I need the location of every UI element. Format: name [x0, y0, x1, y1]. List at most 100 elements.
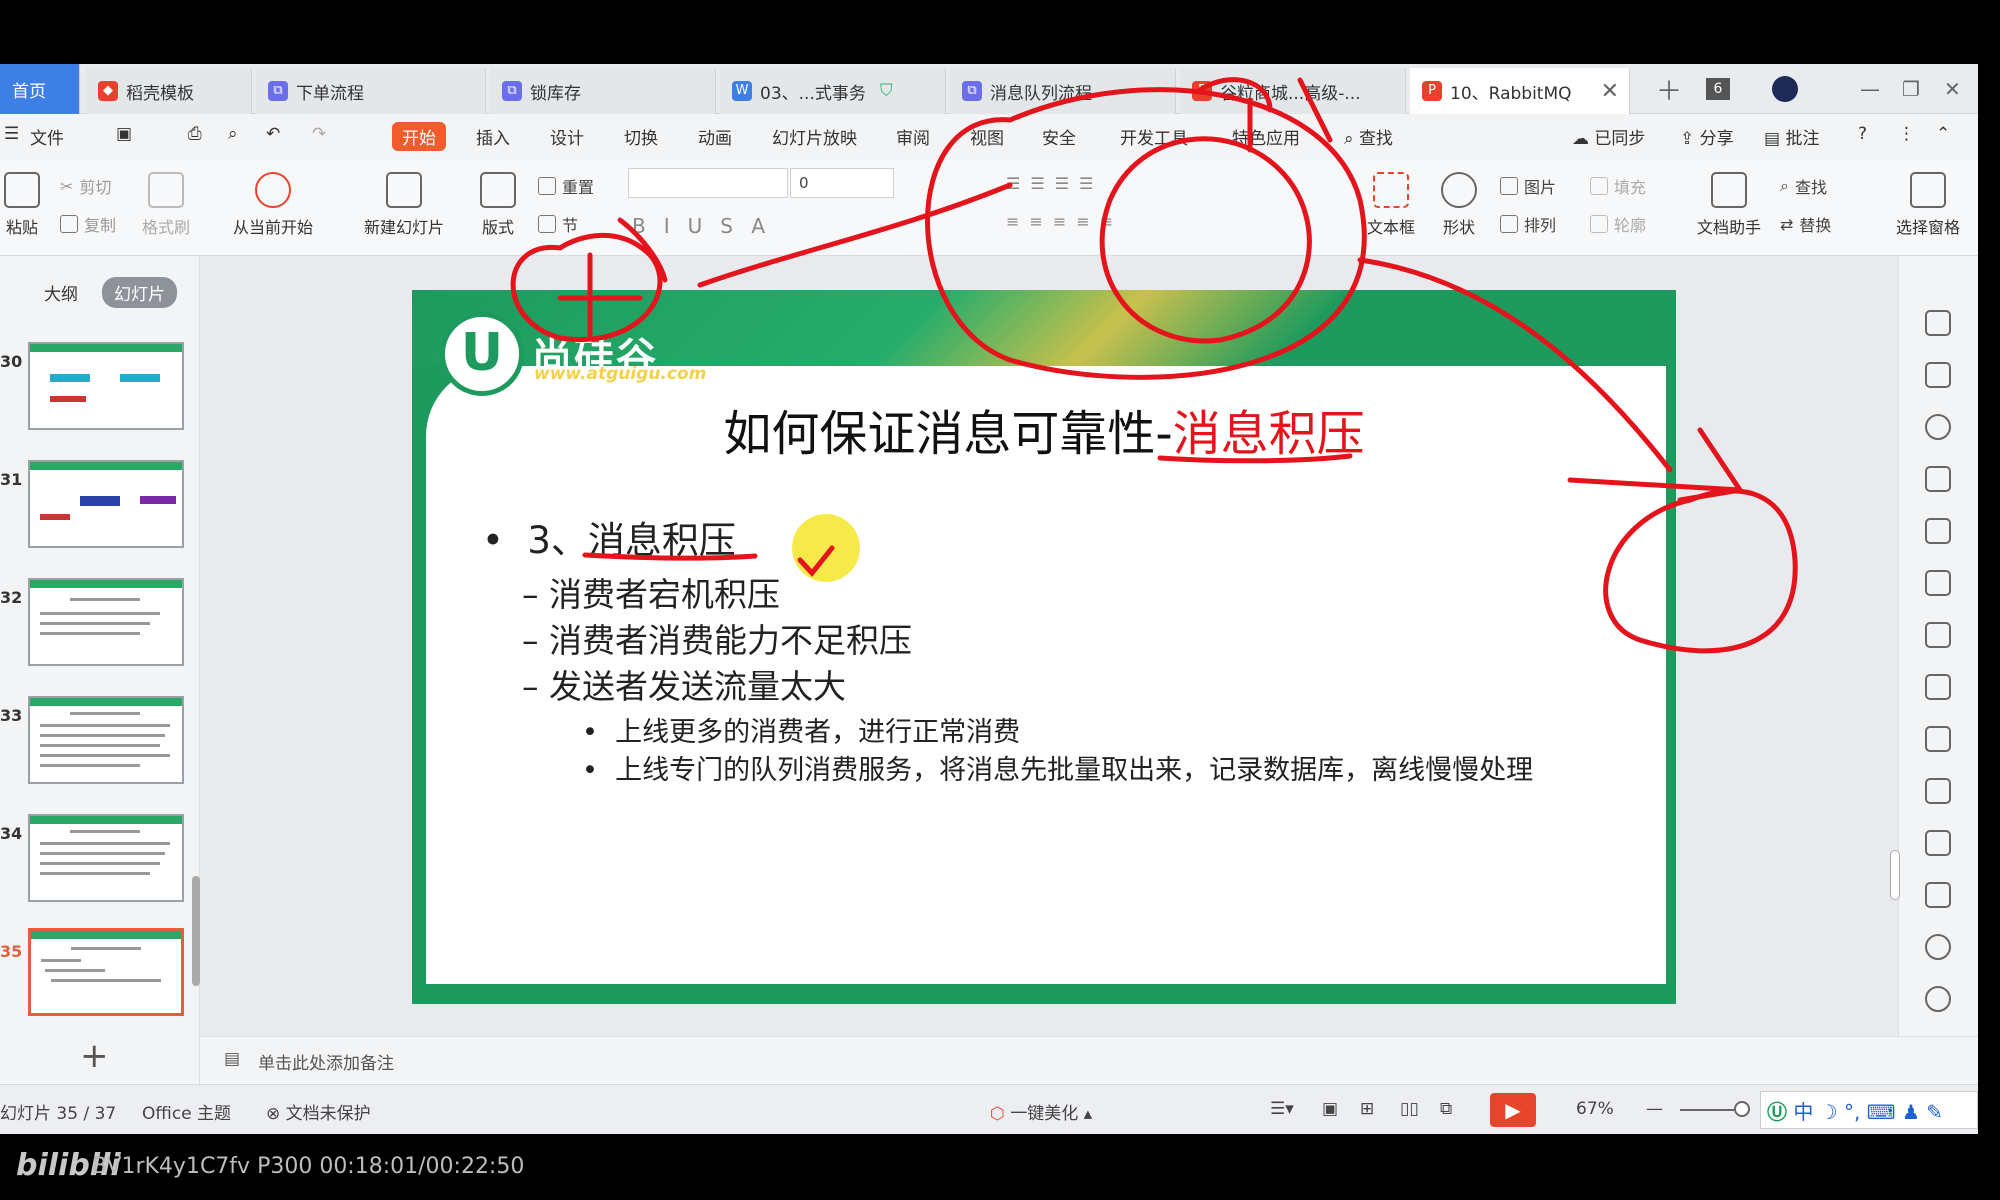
- text-box-button[interactable]: 文本框: [1362, 172, 1420, 238]
- close-icon[interactable]: ✕: [1601, 79, 1619, 104]
- outline-button[interactable]: 轮廓: [1590, 212, 1646, 236]
- slide-thumbnail[interactable]: [28, 460, 184, 548]
- close-window-icon[interactable]: ✕: [1944, 64, 1961, 114]
- tab-distributed-tx[interactable]: W 03、...式事务 ⛉: [720, 68, 946, 114]
- chart-icon[interactable]: [1925, 622, 1951, 648]
- canvas-scrollbar[interactable]: [1890, 850, 1900, 900]
- avatar[interactable]: [1772, 64, 1798, 114]
- play-slideshow-button[interactable]: ▶: [1490, 1093, 1536, 1127]
- star-icon[interactable]: [1925, 310, 1951, 336]
- tab-home[interactable]: 首页: [0, 64, 80, 114]
- archive-icon[interactable]: [1925, 830, 1951, 856]
- theme-name[interactable]: Office 主题: [142, 1099, 231, 1124]
- add-slide-icon[interactable]: +: [80, 1036, 109, 1076]
- print-icon[interactable]: ⎙: [188, 124, 202, 144]
- menu-dev-tools[interactable]: 开发工具: [1120, 124, 1188, 149]
- sync-button[interactable]: ☁ 已同步: [1572, 124, 1645, 149]
- help-icon[interactable]: ?: [1858, 124, 1867, 144]
- ime-toolbar[interactable]: Ⓤ 中 ☽ °, ⌨ ♟ ✎: [1760, 1091, 1978, 1129]
- presenter-view-icon[interactable]: ⧉: [1440, 1099, 1452, 1119]
- font-family-select[interactable]: [628, 168, 788, 198]
- collapse-ribbon-icon[interactable]: ⌃: [1936, 124, 1950, 144]
- menu-file[interactable]: 文件: [30, 124, 64, 149]
- layout-button[interactable]: 版式: [470, 172, 526, 238]
- sorter-view-icon[interactable]: ⊞: [1360, 1099, 1374, 1119]
- zoom-out-icon[interactable]: —: [1646, 1099, 1663, 1119]
- protect-status[interactable]: ⊗ 文档未保护: [266, 1099, 371, 1124]
- new-slide-button[interactable]: 新建幻灯片: [352, 172, 456, 238]
- slide-title[interactable]: 如何保证消息可靠性-消息积压: [412, 394, 1676, 464]
- bullet-level1[interactable]: • 3、消息积压: [482, 510, 736, 564]
- image-icon[interactable]: [1925, 882, 1951, 908]
- font-size-select[interactable]: 0: [790, 168, 894, 198]
- menu-review[interactable]: 审阅: [896, 124, 930, 149]
- share-button[interactable]: ⇪ 分享: [1680, 124, 1734, 149]
- menu-design[interactable]: 设计: [550, 124, 584, 149]
- picture-button[interactable]: 图片: [1500, 174, 1556, 198]
- arrange-button[interactable]: 排列: [1500, 212, 1556, 236]
- normal-view-icon[interactable]: ▣: [1322, 1099, 1338, 1119]
- tab-gulimall[interactable]: P 谷粒商城...高级-...: [1180, 68, 1406, 114]
- paste-button[interactable]: 粘贴: [0, 172, 44, 238]
- menu-security[interactable]: 安全: [1042, 124, 1076, 149]
- zoom-level[interactable]: 67%: [1576, 1099, 1614, 1119]
- speed-icon[interactable]: [1925, 986, 1951, 1012]
- new-tab-icon[interactable]: ＋: [1656, 64, 1682, 114]
- tab-order-flow[interactable]: ⧉ 下单流程: [256, 68, 486, 114]
- restore-icon[interactable]: ❐: [1902, 64, 1920, 114]
- copy-style-icon[interactable]: [1925, 362, 1951, 388]
- find-button[interactable]: ⌕ 查找: [1780, 174, 1827, 198]
- menu-features[interactable]: 特色应用: [1232, 124, 1300, 149]
- bullet-level2[interactable]: – 消费者宕机积压: [522, 568, 780, 616]
- reset-button[interactable]: 重置: [538, 174, 594, 198]
- align-buttons[interactable]: ≡≡≡≡≡: [1006, 212, 1123, 231]
- theme-icon[interactable]: [1925, 466, 1951, 492]
- bullet-level3[interactable]: • 上线更多的消费者，进行正常消费: [582, 710, 1020, 749]
- undo-icon[interactable]: ↶: [266, 124, 280, 144]
- grid-icon[interactable]: [1925, 570, 1951, 596]
- slide-thumbnail-selected[interactable]: [28, 928, 184, 1016]
- tab-outline[interactable]: 大纲: [44, 280, 78, 305]
- comment-button[interactable]: ▤ 批注: [1764, 124, 1819, 149]
- slide-thumbnail[interactable]: [28, 696, 184, 784]
- replace-button[interactable]: ⇄ 替换: [1780, 212, 1831, 236]
- export-icon[interactable]: [1925, 778, 1951, 804]
- slide-thumbnail[interactable]: [28, 342, 184, 430]
- tab-rabbitmq[interactable]: P 10、RabbitMQ ✕: [1410, 68, 1630, 114]
- section-button[interactable]: 节: [538, 212, 578, 236]
- settings-icon[interactable]: [1925, 674, 1951, 700]
- shape-button[interactable]: 形状: [1430, 172, 1488, 238]
- zoom-slider-knob[interactable]: [1734, 1101, 1750, 1117]
- tab-docer-templates[interactable]: ◆ 稻壳模板: [86, 68, 252, 114]
- slide[interactable]: U 尚硅谷 www.atguigu.com 如何保证消息可靠性-消息积压 • 3…: [412, 290, 1676, 1004]
- select-pane-button[interactable]: 选择窗格: [1890, 172, 1966, 238]
- bullet-level3[interactable]: • 上线专门的队列消费服务，将消息先批量取出来，记录数据库，离线慢慢处理: [582, 748, 1533, 787]
- more-icon[interactable]: ⋮: [1898, 124, 1915, 144]
- hamburger-icon[interactable]: ☰: [4, 124, 19, 144]
- print-preview-icon[interactable]: ⌕: [228, 124, 238, 144]
- save-icon[interactable]: ▣: [116, 124, 132, 144]
- menu-animation[interactable]: 动画: [698, 124, 732, 149]
- menu-view[interactable]: 视图: [970, 124, 1004, 149]
- menu-search[interactable]: ⌕ 查找: [1344, 124, 1393, 149]
- tab-slides[interactable]: 幻灯片: [102, 277, 177, 308]
- reading-view-icon[interactable]: ▯▯: [1400, 1099, 1419, 1119]
- tab-lock-stock[interactable]: ⧉ 锁库存: [490, 68, 716, 114]
- doc-helper-button[interactable]: 文档助手: [1690, 172, 1768, 238]
- bullet-level2[interactable]: – 发送者发送流量太大: [522, 660, 846, 708]
- cut-button[interactable]: ✂ 剪切: [60, 174, 111, 198]
- notes-toggle-icon[interactable]: ☰▾: [1270, 1099, 1294, 1119]
- zoom-slider-track[interactable]: [1680, 1109, 1740, 1111]
- beautify-button[interactable]: ⬡ 一键美化 ▴: [990, 1099, 1092, 1124]
- fill-button[interactable]: 填充: [1590, 174, 1646, 198]
- panel-scrollbar[interactable]: [192, 876, 200, 986]
- text-format-buttons[interactable]: BIUSA: [632, 214, 783, 238]
- template-icon[interactable]: [1925, 726, 1951, 752]
- tab-counter[interactable]: 6: [1706, 64, 1730, 114]
- redo-icon[interactable]: ↷: [312, 124, 326, 144]
- menu-home[interactable]: 开始: [392, 122, 446, 151]
- menu-transition[interactable]: 切换: [624, 124, 658, 149]
- notes-bar[interactable]: ▤ 单击此处添加备注: [200, 1036, 1978, 1084]
- shape-library-icon[interactable]: [1925, 414, 1951, 440]
- bullet-level2[interactable]: – 消费者消费能力不足积压: [522, 614, 912, 662]
